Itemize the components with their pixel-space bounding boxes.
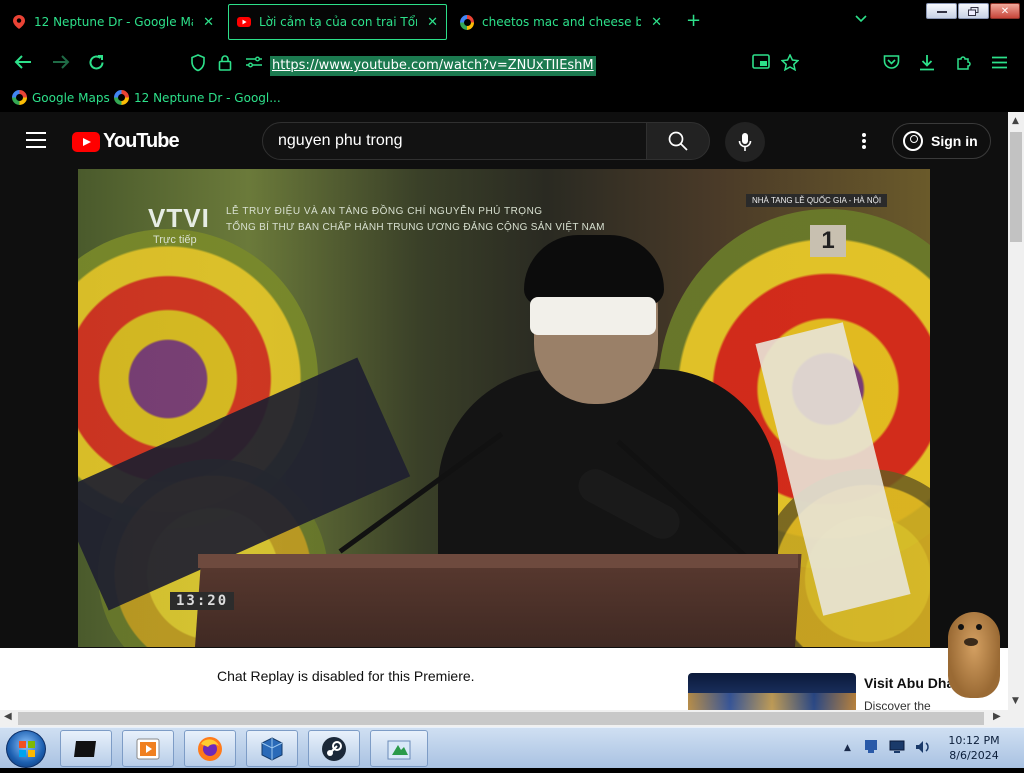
clock[interactable]: 10:12 PM 8/6/2024 [944, 733, 1004, 763]
volume-icon[interactable] [915, 739, 931, 758]
headline-line-2: TỔNG BÍ THƯ BAN CHẤP HÀNH TRUNG ƯƠNG ĐẢN… [226, 222, 605, 233]
speaker-hair [524, 235, 664, 305]
tab-youtube-video[interactable]: Lời cảm tạ của con trai Tổng Bí ✕ [228, 4, 447, 40]
tab-strip: 12 Neptune Dr - Google Maps ✕ Lời cảm tạ… [0, 0, 1024, 44]
youtube-logo[interactable]: YouTube [72, 130, 180, 153]
new-tab-button[interactable]: + [686, 10, 701, 31]
close-tab-icon[interactable]: ✕ [651, 15, 662, 30]
tab-title: Lời cảm tạ của con trai Tổng Bí [259, 15, 417, 29]
bookmark-label: Google Maps [32, 90, 110, 105]
tab-google-maps[interactable]: 12 Neptune Dr - Google Maps ✕ [4, 4, 222, 40]
reload-icon[interactable] [88, 54, 105, 76]
system-tray: ▲ [844, 733, 931, 763]
search-input[interactable]: nguyen phu trong [262, 122, 647, 160]
clock-time: 10:12 PM [948, 734, 1000, 747]
minimize-button[interactable] [926, 3, 957, 19]
ad-title[interactable]: Visit Abu Dha [864, 675, 954, 691]
horizontal-scroll-thumb[interactable] [18, 712, 984, 725]
extensions-icon[interactable] [955, 54, 972, 76]
ad-subtitle: Discover the [864, 699, 931, 710]
show-hidden-icons-icon[interactable]: ▲ [844, 743, 851, 753]
headline-line-1: LỄ TRUY ĐIỆU VÀ AN TÁNG ĐỒNG CHÍ NGUYỄN … [226, 206, 543, 217]
vertical-scrollbar[interactable]: ▲ ▼ [1008, 112, 1024, 710]
location-tag: NHÀ TANG LỄ QUỐC GIA - HÀ NỘI [746, 194, 888, 207]
navigation-toolbar: https://www.youtube.com/watch?v=ZNUxTIIE… [0, 44, 1024, 86]
microphone-icon [738, 133, 752, 151]
youtube-page: YouTube nguyen phu trong Sign in VTVI Tr… [0, 112, 1008, 710]
live-label: Trực tiếp [153, 234, 197, 246]
media-player-icon[interactable] [122, 730, 174, 767]
address-bar[interactable]: https://www.youtube.com/watch?v=ZNUxTIIE… [270, 56, 596, 76]
below-player-section: Chat Replay is disabled for this Premier… [0, 648, 1008, 710]
youtube-icon [237, 15, 251, 29]
video-player[interactable]: VTVI Trực tiếp LỄ TRUY ĐIỆU VÀ AN TÁNG Đ… [78, 169, 930, 647]
sign-in-label: Sign in [931, 133, 978, 149]
tab-google-search[interactable]: cheetos mac and cheese bacon ✕ [452, 4, 670, 40]
tab-title: cheetos mac and cheese bacon [482, 15, 642, 29]
scroll-down-arrow-icon[interactable]: ▼ [1012, 696, 1019, 706]
lock-icon[interactable] [218, 54, 232, 76]
bookmark-google-maps[interactable]: Google Maps [12, 90, 110, 105]
channel-number-badge: 1 [810, 225, 846, 257]
google-icon [114, 90, 129, 105]
mourning-headband [530, 297, 656, 335]
search-icon [668, 131, 688, 151]
scroll-left-arrow-icon[interactable]: ◀ [4, 711, 12, 722]
ad-thumbnail[interactable] [688, 673, 856, 710]
google-icon [460, 14, 474, 30]
scroll-right-arrow-icon[interactable]: ▶ [993, 711, 1001, 722]
virtualbox-icon[interactable] [246, 730, 298, 767]
youtube-wordmark: YouTube [103, 130, 180, 152]
downloads-icon[interactable] [919, 54, 935, 76]
terminal-icon[interactable] [60, 730, 112, 767]
site-permissions-icon[interactable] [245, 54, 263, 74]
more-options-icon[interactable] [856, 130, 872, 152]
close-window-button[interactable]: ✕ [990, 3, 1020, 19]
chevron-down-icon[interactable] [855, 12, 867, 26]
bookmark-star-icon[interactable] [780, 53, 800, 76]
sign-in-button[interactable]: Sign in [892, 123, 991, 159]
shield-icon[interactable] [190, 54, 206, 77]
channel-logo: VTVI [148, 203, 210, 233]
google-icon [12, 90, 27, 105]
search-button[interactable] [646, 122, 710, 160]
picture-in-picture-icon[interactable] [752, 54, 770, 75]
bookmarks-toolbar: Google Maps 12 Neptune Dr - Googl... [0, 86, 1024, 112]
hamburger-menu-icon[interactable] [26, 132, 46, 148]
menu-icon[interactable] [992, 54, 1007, 74]
vertical-scroll-thumb[interactable] [1010, 132, 1022, 242]
account-icon [903, 131, 923, 151]
pocket-icon[interactable] [883, 54, 900, 75]
video-timestamp: 13:20 [170, 592, 235, 610]
podium-top [198, 554, 798, 568]
tab-title: 12 Neptune Dr - Google Maps [34, 15, 193, 29]
firefox-icon[interactable] [184, 730, 236, 767]
display-icon[interactable] [889, 739, 905, 758]
youtube-play-icon [72, 131, 100, 152]
steam-icon[interactable] [308, 730, 360, 767]
close-tab-icon[interactable]: ✕ [427, 15, 438, 30]
chat-replay-message: Chat Replay is disabled for this Premier… [217, 668, 475, 684]
forward-arrow-icon[interactable] [52, 54, 70, 75]
clock-date: 8/6/2024 [949, 749, 999, 762]
app-icon[interactable] [370, 730, 428, 767]
windows-logo-icon [19, 741, 35, 757]
taskbar: ▲ 10:12 PM 8/6/2024 [0, 727, 1024, 768]
voice-search-button[interactable] [725, 122, 765, 162]
city-lights [688, 693, 856, 710]
bookmark-neptune-dr[interactable]: 12 Neptune Dr - Googl... [114, 90, 281, 105]
start-button[interactable] [6, 730, 46, 768]
scroll-up-arrow-icon[interactable]: ▲ [1012, 116, 1019, 126]
network-drive-icon[interactable] [863, 738, 879, 758]
restore-button[interactable] [958, 3, 989, 19]
bookmark-label: 12 Neptune Dr - Googl... [134, 90, 281, 105]
horizontal-scrollbar[interactable]: ◀ ▶ [0, 710, 1024, 727]
back-arrow-icon[interactable] [14, 54, 32, 75]
hamster-sticker [942, 602, 1006, 710]
close-tab-icon[interactable]: ✕ [203, 15, 214, 30]
maps-pin-icon [12, 15, 26, 29]
